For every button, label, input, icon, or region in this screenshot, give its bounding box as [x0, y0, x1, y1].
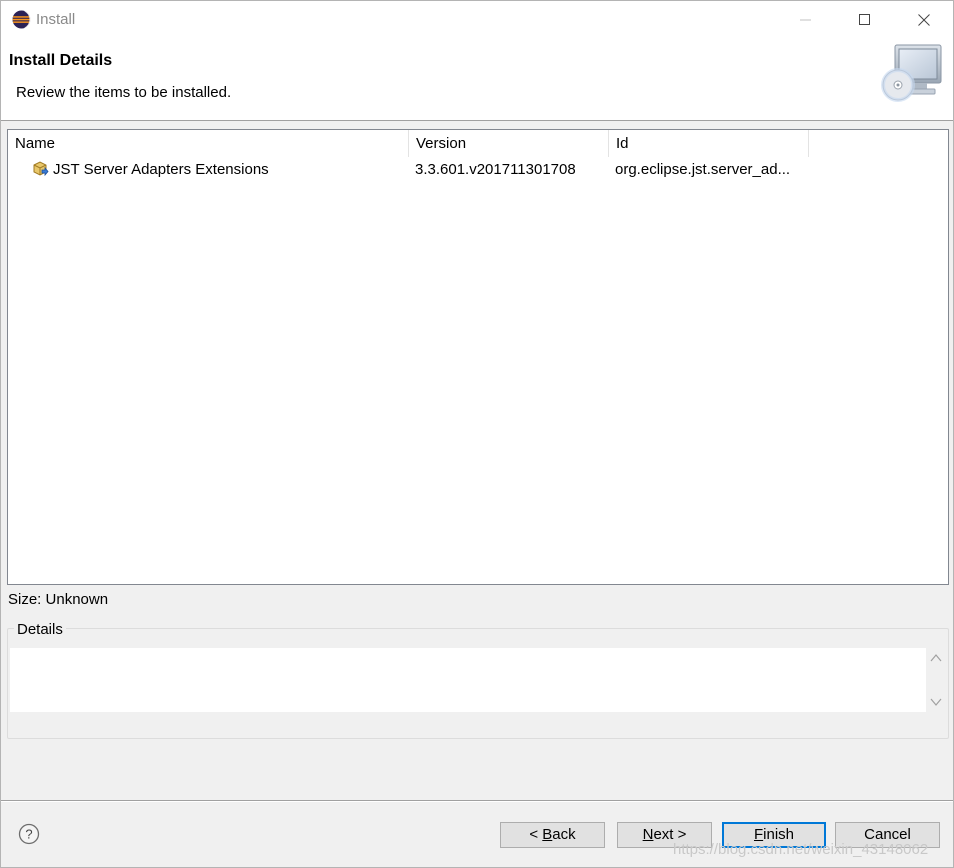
page-description: Review the items to be installed. — [16, 84, 232, 101]
install-dialog: Install Install Details Review the items… — [0, 0, 954, 868]
details-text-area[interactable] — [10, 648, 926, 712]
minimize-button[interactable] — [777, 1, 835, 39]
scroll-up-icon[interactable] — [930, 653, 942, 663]
maximize-icon — [859, 14, 870, 25]
table-cell-id: org.eclipse.jst.server_ad... — [615, 160, 791, 178]
next-mnemonic: N — [642, 826, 654, 843]
details-group: Details — [7, 621, 949, 739]
minimize-icon — [800, 19, 811, 21]
wizard-header: Install Details Review the items to be i… — [1, 39, 953, 121]
watermark-text: https://blog.csdn.net/weixin_43148062 — [673, 841, 929, 858]
column-header-id[interactable]: Id — [609, 130, 809, 157]
maximize-button[interactable] — [836, 1, 894, 39]
eclipse-icon — [12, 10, 31, 29]
size-label: Size: Unknown — [8, 591, 109, 608]
help-question-icon[interactable]: ? — [18, 823, 40, 845]
close-icon — [918, 14, 930, 26]
window-title: Install — [36, 11, 76, 28]
back-button[interactable]: < Back — [500, 822, 605, 848]
feature-plugin-icon — [33, 160, 49, 176]
back-prefix: < — [529, 826, 543, 843]
title-bar[interactable]: Install — [1, 1, 953, 39]
column-header-version[interactable]: Version — [409, 130, 609, 157]
scroll-down-icon[interactable] — [930, 697, 942, 707]
table-cell-version: 3.3.601.v201711301708 — [415, 160, 576, 178]
details-legend: Details — [14, 621, 66, 638]
table-cell-name: JST Server Adapters Extensions — [32, 157, 408, 181]
svg-text:?: ? — [25, 827, 32, 842]
table-row[interactable]: JST Server Adapters Extensions 3.3.601.v… — [8, 157, 948, 181]
install-items-table[interactable]: Name Version Id JST Server Adapters Exte… — [7, 129, 949, 585]
footer-divider-highlight — [1, 801, 953, 802]
page-title: Install Details — [9, 52, 113, 69]
row-name-text: JST Server Adapters Extensions — [53, 160, 269, 178]
table-header: Name Version Id — [8, 130, 948, 157]
details-scrollbar[interactable] — [926, 648, 946, 712]
close-button[interactable] — [895, 1, 953, 39]
column-header-name[interactable]: Name — [8, 130, 409, 157]
back-rest: ack — [552, 826, 576, 843]
back-mnemonic: B — [542, 826, 553, 843]
install-computer-cd-icon — [881, 44, 942, 102]
